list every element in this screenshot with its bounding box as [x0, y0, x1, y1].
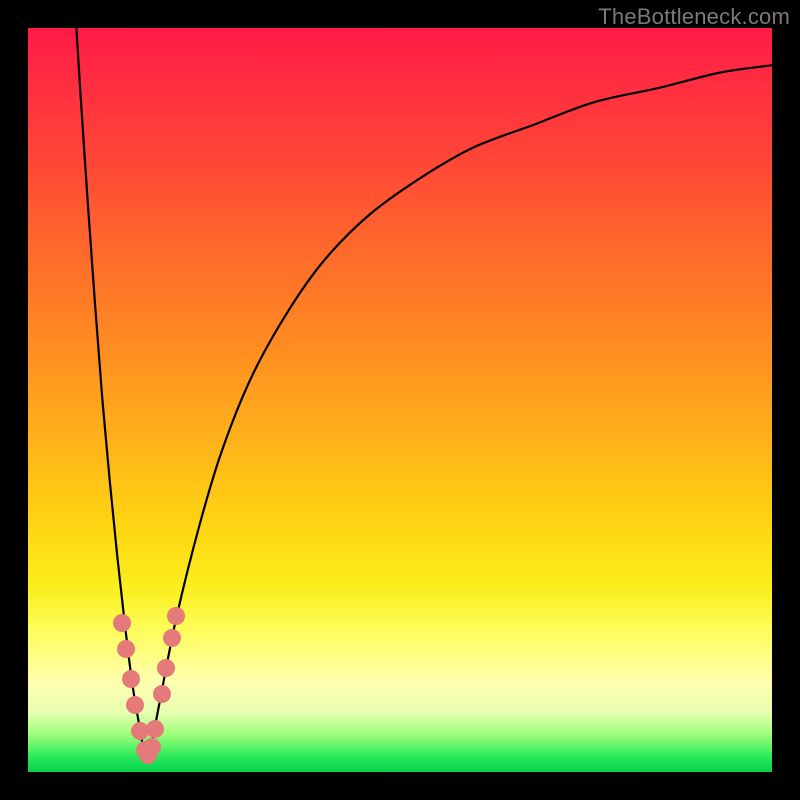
- data-marker: [153, 685, 171, 703]
- data-marker: [122, 670, 140, 688]
- data-marker: [146, 720, 164, 738]
- attribution-text: TheBottleneck.com: [598, 4, 790, 30]
- data-marker: [163, 629, 181, 647]
- data-marker: [167, 607, 185, 625]
- plot-area: [28, 28, 772, 772]
- data-marker: [126, 696, 144, 714]
- data-marker: [113, 614, 131, 632]
- marker-layer: [28, 28, 772, 772]
- data-marker: [117, 640, 135, 658]
- data-marker: [157, 659, 175, 677]
- chart-container: TheBottleneck.com: [0, 0, 800, 800]
- data-marker: [143, 738, 161, 756]
